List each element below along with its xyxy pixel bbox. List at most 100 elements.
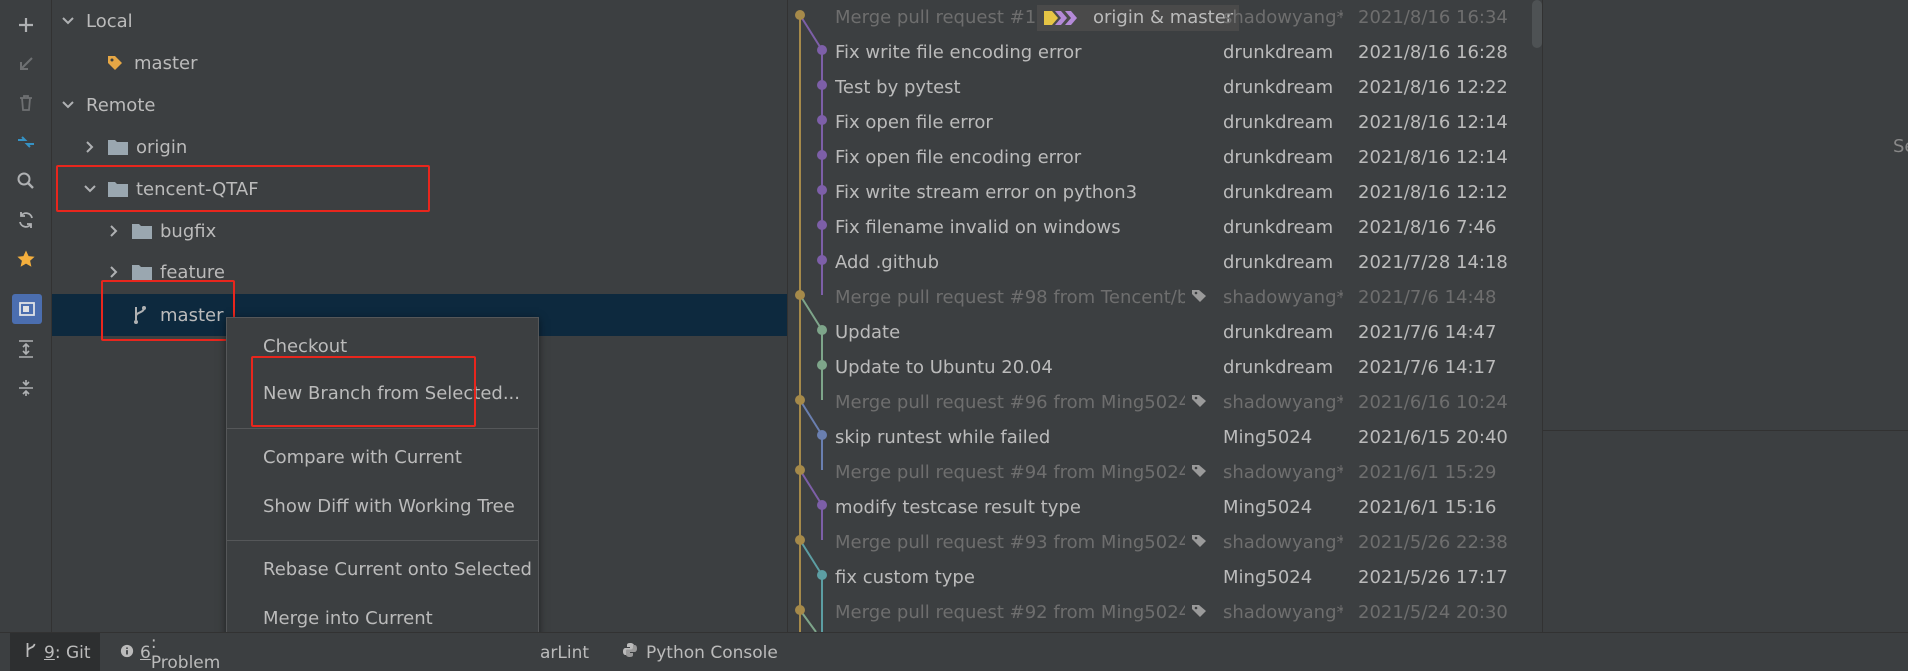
compare-icon[interactable]: [13, 129, 39, 155]
tab-python-console[interactable]: Python Console: [622, 633, 778, 671]
commit-message: Update to Ubuntu 20.04: [835, 357, 1053, 378]
chevron-down-icon[interactable]: [60, 97, 76, 113]
commit-row[interactable]: Update drunkdream 2021/7/6 14:47: [788, 315, 1543, 350]
commit-date: 2021/6/1 15:29: [1358, 462, 1497, 483]
tag-icon: [1191, 462, 1207, 483]
collapse-all-icon[interactable]: [13, 375, 39, 401]
tab-git[interactable]: 9: Git: [10, 633, 100, 671]
tree-node-remote[interactable]: Remote: [52, 84, 787, 126]
tag-icon: [1191, 392, 1207, 413]
commit-row[interactable]: Fix open file encoding error drunkdream 20…: [788, 140, 1543, 175]
commit-message: Fix filename invalid on windows: [835, 217, 1121, 238]
checkout-arrow-icon[interactable]: [13, 51, 39, 77]
commit-message: Merge pull request #93 from Ming5024/: [835, 532, 1185, 553]
commit-row[interactable]: Add .github drunkdream 2021/7/28 14:18: [788, 245, 1543, 280]
commit-message: Merge pull request #92 from Ming5024/: [835, 602, 1185, 623]
commit-date: 2021/5/26 17:17: [1358, 567, 1508, 588]
commit-author: Ming5024: [1223, 497, 1313, 518]
commit-log: Merge pull request #1 origin & master shad…: [787, 0, 1542, 632]
commit-author: drunkdream: [1223, 112, 1334, 133]
menu-item-show-diff[interactable]: Show Diff with Working Tree: [227, 484, 538, 528]
tree-label: origin: [136, 136, 188, 158]
commit-message: skip runtest while failed: [835, 427, 1051, 448]
commit-author: shadowyang*: [1223, 602, 1343, 623]
commit-date: 2021/8/16 12:14: [1358, 112, 1508, 133]
commit-author: drunkdream: [1223, 77, 1334, 98]
folder-icon: [132, 223, 152, 239]
tree-node-origin[interactable]: origin: [52, 126, 787, 168]
commit-row[interactable]: Merge pull request #94 from Ming5024/sha…: [788, 455, 1543, 490]
commit-author: shadowyang*: [1223, 287, 1343, 308]
tree-label: Remote: [86, 94, 156, 116]
tree-node-bugfix[interactable]: bugfix: [52, 210, 787, 252]
commit-row[interactable]: Fix filename invalid on windows drunkdrea…: [788, 210, 1543, 245]
tab-sonarlint[interactable]: arLint: [540, 633, 589, 671]
git-toolbar: [0, 0, 52, 632]
commit-row[interactable]: skip runtest while failed Ming5024 2021/6/…: [788, 420, 1543, 455]
commit-author: drunkdream: [1223, 357, 1334, 378]
commit-message: Add .github: [835, 252, 940, 273]
commit-author: Ming5024: [1223, 567, 1313, 588]
chevron-right-icon[interactable]: [82, 139, 98, 155]
commit-row[interactable]: Merge pull request #98 from Tencent/bu sh…: [788, 280, 1543, 315]
commit-message: Fix write file encoding error: [835, 42, 1082, 63]
tree-label: bugfix: [160, 220, 217, 242]
tree-node-local[interactable]: Local: [52, 0, 787, 42]
commit-message: Fix write stream error on python3: [835, 182, 1138, 203]
menu-separator: [227, 428, 538, 429]
commit-row[interactable]: Fix write stream error on python3 drunkdr…: [788, 175, 1543, 210]
commit-row[interactable]: Merge pull request #1 origin & master shad…: [788, 0, 1543, 35]
commit-row[interactable]: Merge pull request #96 from Ming5024/sha…: [788, 385, 1543, 420]
commit-author: drunkdream: [1223, 252, 1334, 273]
chevron-down-icon[interactable]: [60, 13, 76, 29]
chevron-right-icon[interactable]: [106, 223, 122, 239]
commit-row[interactable]: modify testcase result type Ming5024 2021/…: [788, 490, 1543, 525]
commit-date: 2021/7/6 14:48: [1358, 287, 1497, 308]
commit-message: Merge pull request #96 from Ming5024/: [835, 392, 1185, 413]
commit-date: 2021/5/26 22:38: [1358, 532, 1508, 553]
commit-details-panel: Se: [1542, 0, 1908, 632]
commit-row[interactable]: Fix write file encoding error drunkdream 2…: [788, 35, 1543, 70]
tree-label: master: [134, 52, 198, 74]
add-icon[interactable]: [13, 12, 39, 38]
commit-date: 2021/7/6 14:47: [1358, 322, 1497, 343]
commit-author: drunkdream: [1223, 147, 1334, 168]
trash-icon[interactable]: [13, 90, 39, 116]
commit-author: shadowyang*: [1223, 392, 1343, 413]
commit-row[interactable]: Fix open file error drunkdream 2021/8/16 1…: [788, 105, 1543, 140]
search-icon[interactable]: [13, 168, 39, 194]
tag-icon: [106, 54, 124, 72]
log-scrollbar[interactable]: [1532, 0, 1542, 48]
branch-context-menu: Checkout New Branch from Selected... Com…: [226, 317, 539, 671]
python-icon: [622, 642, 638, 663]
commit-date: 2021/6/16 10:24: [1358, 392, 1508, 413]
branch-refs-badge: origin & master: [1037, 4, 1240, 31]
tag-icon: [1191, 532, 1207, 553]
tag-icon: [1191, 602, 1207, 623]
commit-author: drunkdream: [1223, 217, 1334, 238]
refresh-icon[interactable]: [13, 207, 39, 233]
commit-date: 2021/6/15 20:40: [1358, 427, 1508, 448]
commit-date: 2021/7/6 14:17: [1358, 357, 1497, 378]
commit-row[interactable]: Update to Ubuntu 20.04 drunkdream 2021/7/6…: [788, 350, 1543, 385]
tag-icon: [1044, 10, 1077, 25]
commit-row[interactable]: Test by pytest drunkdream 2021/8/16 12:22: [788, 70, 1543, 105]
group-by-repo-icon[interactable]: [12, 294, 42, 324]
details-placeholder: Se: [1893, 136, 1908, 157]
expand-all-icon[interactable]: [13, 336, 39, 362]
commit-row[interactable]: Merge pull request #92 from Ming5024/sha…: [788, 595, 1543, 630]
panel-divider: [1543, 430, 1908, 431]
commit-row[interactable]: fix custom type Ming5024 2021/5/26 17:17: [788, 560, 1543, 595]
star-icon[interactable]: [13, 246, 39, 272]
chevron-right-icon[interactable]: [106, 264, 122, 280]
commit-author: Ming5024: [1223, 427, 1313, 448]
menu-separator: [227, 540, 538, 541]
commit-author: shadowyang*: [1223, 532, 1343, 553]
tree-node-local-master[interactable]: master: [52, 42, 787, 84]
commit-row[interactable]: Merge pull request #93 from Ming5024/sha…: [788, 525, 1543, 560]
tab-problems[interactable]: 6: Problem: [120, 633, 230, 671]
menu-item-compare[interactable]: Compare with Current: [227, 435, 538, 479]
commit-date: 2021/5/24 20:30: [1358, 602, 1508, 623]
commit-author: shadowyang*: [1223, 462, 1343, 483]
menu-item-rebase[interactable]: Rebase Current onto Selected: [227, 547, 538, 591]
